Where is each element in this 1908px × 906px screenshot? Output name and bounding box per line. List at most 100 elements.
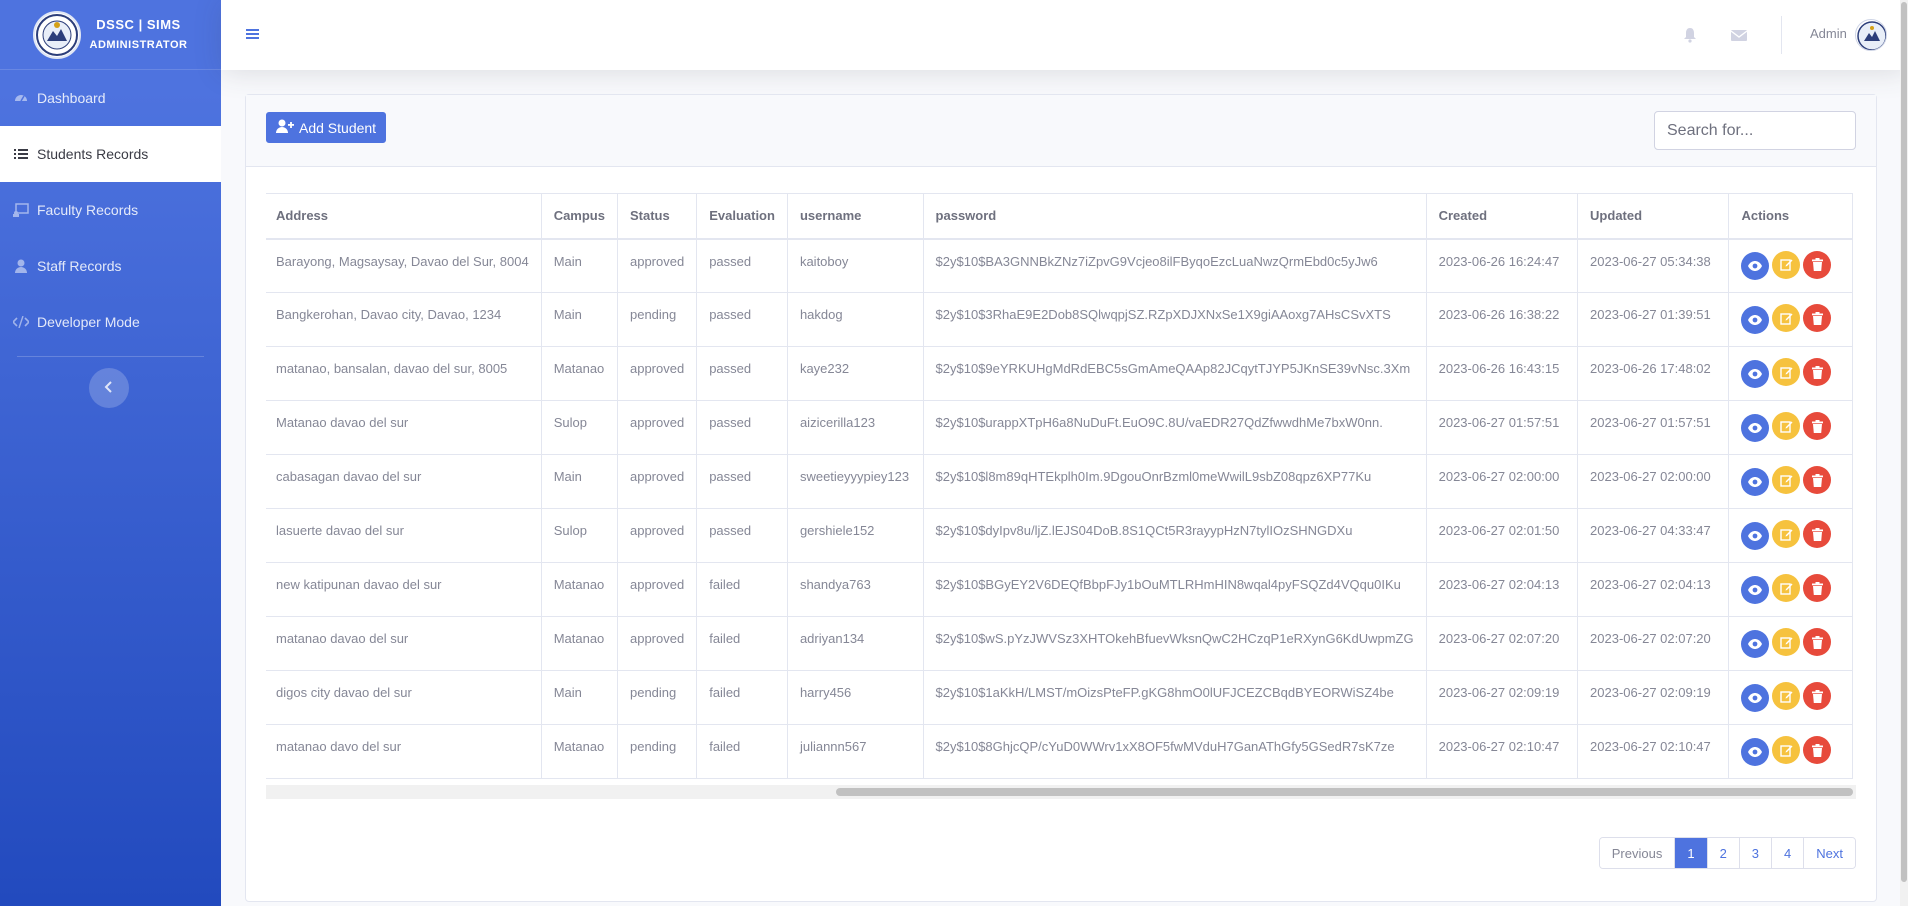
sidebar-item-students-records[interactable]: Students Records [0,126,221,182]
pagination-page-4[interactable]: 4 [1771,838,1804,868]
status-cell: approved [616,346,698,401]
vertical-scrollbar[interactable] [1900,0,1908,906]
delete-button[interactable] [1803,466,1832,494]
column-header-evaluation[interactable]: Evaluation [696,193,788,240]
edit-button[interactable] [1772,628,1801,656]
evaluation-cell: passed [696,454,788,509]
sidebar-item-staff-records[interactable]: Staff Records [0,238,221,294]
delete-button[interactable] [1803,574,1832,602]
eye-icon [1748,261,1763,271]
view-button[interactable] [1741,413,1770,442]
status-cell: approved [616,562,698,617]
edit-button[interactable] [1772,520,1801,548]
envelope-icon[interactable] [1730,27,1748,43]
column-header-status[interactable]: Status [616,193,698,240]
chalkboard-icon [13,202,29,218]
column-header-campus[interactable]: Campus [540,193,618,240]
edit-button[interactable] [1772,574,1801,602]
address-cell: lasuerte davao del sur [266,508,542,563]
delete-button[interactable] [1803,736,1832,764]
username-cell: kaye232 [786,346,924,401]
column-header-address[interactable]: Address [266,193,542,240]
edit-button[interactable] [1772,358,1801,386]
view-button[interactable] [1741,305,1770,334]
delete-button[interactable] [1803,358,1832,386]
pagination-page-3[interactable]: 3 [1738,838,1772,868]
address-cell: digos city davao del sur [266,670,542,725]
students-card: Add Student Address Campus Status Evalua… [245,94,1877,902]
bell-icon[interactable] [1682,27,1698,43]
edit-button[interactable] [1772,412,1801,440]
trash-icon [1811,258,1823,271]
user-name[interactable]: Admin [1810,26,1847,41]
view-button[interactable] [1741,575,1770,604]
horizontal-scrollbar[interactable] [266,785,1856,799]
updated-cell: 2023-06-27 02:09:19 [1577,670,1730,725]
sidebar-divider [17,356,204,357]
search-input[interactable] [1654,111,1856,150]
view-button[interactable] [1741,252,1770,280]
delete-button[interactable] [1803,682,1832,710]
actions-cell [1728,238,1853,293]
brand-title: DSSC | SIMS [96,16,181,32]
delete-button[interactable] [1803,412,1832,440]
sidebar-item-dashboard[interactable]: Dashboard [0,70,221,126]
created-cell: 2023-06-27 02:10:47 [1425,724,1579,779]
view-button[interactable] [1741,467,1770,496]
address-cell: new katipunan davao del sur [266,562,542,617]
delete-button[interactable] [1803,250,1832,279]
sidebar-item-label: Students Records [37,146,149,162]
avatar[interactable] [1855,19,1887,51]
evaluation-cell: passed [696,508,788,563]
vertical-scrollbar-thumb[interactable] [1901,2,1907,882]
delete-button[interactable] [1803,520,1832,548]
horizontal-scrollbar-thumb[interactable] [836,788,1853,796]
status-cell: approved [616,238,698,293]
add-student-button[interactable]: Add Student [266,112,387,143]
trash-icon [1811,419,1823,433]
address-cell: matanao davo del sur [266,724,542,779]
status-cell: approved [616,400,698,455]
sidebar-item-label: Dashboard [37,90,106,106]
evaluation-cell: passed [696,346,788,401]
edit-button[interactable] [1772,250,1801,279]
view-button[interactable] [1741,683,1770,712]
sidebar-item-faculty-records[interactable]: Faculty Records [0,182,221,238]
pagination-next[interactable]: Next [1803,838,1855,868]
username-cell: sweetieyyypiey123 [786,454,924,509]
view-button[interactable] [1741,629,1770,658]
updated-cell: 2023-06-27 01:39:51 [1577,292,1730,347]
hamburger-menu-icon[interactable] [245,26,261,42]
username-cell: adriyan134 [786,616,924,671]
column-header-updated[interactable]: Updated [1577,193,1730,240]
edit-button[interactable] [1772,304,1801,332]
edit-icon [1780,744,1793,757]
sidebar-toggle-button[interactable] [89,368,129,408]
delete-button[interactable] [1803,304,1832,332]
password-cell: $2y$10$BGyEY2V6DEQfBbpFJy1bOuMTLRHmHIN8w… [922,562,1427,617]
column-header-created[interactable]: Created [1425,193,1579,240]
username-cell: hakdog [786,292,924,347]
edit-button[interactable] [1772,466,1801,494]
pagination-page-2[interactable]: 2 [1706,838,1739,868]
column-header-username[interactable]: username [786,193,924,240]
edit-button[interactable] [1772,682,1801,710]
eye-icon [1748,530,1763,541]
updated-cell: 2023-06-27 02:00:00 [1577,454,1730,509]
table-body: Barayong, Magsaysay, Davao del Sur, 8004… [266,238,1853,779]
sidebar-brand[interactable]: DSSC | SIMS ADMINISTRATOR [0,0,221,70]
view-button[interactable] [1741,359,1770,388]
created-cell: 2023-06-27 02:01:50 [1425,508,1579,563]
updated-cell: 2023-06-27 02:10:47 [1577,724,1730,779]
view-button[interactable] [1741,521,1770,550]
table-row: matanao davo del sur Matanao pending failed… [266,724,1853,779]
status-cell: pending [616,292,698,347]
pagination-previous[interactable]: Previous [1599,838,1675,868]
sidebar-item-developer-mode[interactable]: Developer Mode [0,294,221,350]
edit-button[interactable] [1772,736,1801,764]
delete-button[interactable] [1803,628,1832,656]
pagination-page-1[interactable]: 1 [1674,838,1707,868]
password-cell: $2y$10$urappXTpH6a8NuDuFt.EuO9C.8U/vaEDR… [922,400,1427,455]
view-button[interactable] [1741,737,1770,766]
column-header-password[interactable]: password [922,193,1427,240]
